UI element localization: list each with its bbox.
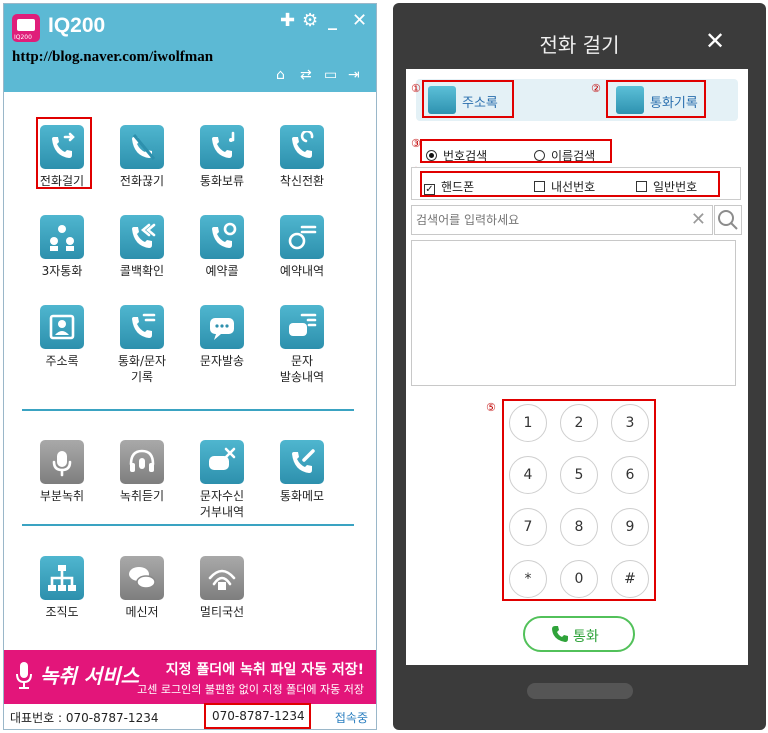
dialog-close-icon[interactable]: ✕	[705, 27, 725, 55]
highlight-search-mode	[420, 139, 612, 163]
logout-icon[interactable]: ⇥	[348, 68, 364, 82]
org-chart-icon[interactable]	[40, 556, 84, 600]
menu-label[interactable]: 부분녹취	[17, 488, 107, 504]
messenger-icon[interactable]	[120, 556, 164, 600]
sms-send-icon[interactable]	[200, 305, 244, 349]
logo-text: IQ200	[14, 34, 32, 41]
search-box: ✕	[411, 205, 713, 235]
call-log-icon[interactable]	[120, 305, 164, 349]
close-icon[interactable]: ✕	[352, 11, 367, 31]
settings-gear-icon[interactable]: ⚙	[302, 11, 318, 31]
highlight-keypad	[502, 399, 656, 601]
menu-label[interactable]: 통화/문자 기록	[97, 353, 187, 385]
callback-icon[interactable]	[120, 215, 164, 259]
menu-label[interactable]: 멀티국선	[177, 604, 267, 620]
recording-service-banner[interactable]: 녹취 서비스 지정 폴더에 녹취 파일 자동 저장! 고센 로그인의 불편함 없…	[4, 650, 376, 704]
banner-script-title: 녹취 서비스	[40, 664, 139, 688]
divider	[22, 409, 354, 411]
menu-label[interactable]: 문자수신 거부내역	[177, 488, 267, 520]
menu-label[interactable]: 3자통화	[17, 263, 107, 279]
search-icon	[718, 210, 738, 230]
sms-block-icon[interactable]	[200, 440, 244, 484]
menu-label[interactable]: 예약내역	[257, 263, 347, 279]
multi-line-icon[interactable]	[200, 556, 244, 600]
search-input[interactable]	[416, 210, 676, 230]
highlight-tab-call-history	[606, 80, 706, 118]
menu-label[interactable]: 메신저	[97, 604, 187, 620]
reserve-call-icon[interactable]	[200, 215, 244, 259]
highlight-phone-number	[204, 703, 311, 729]
transfer-icon[interactable]: ⇄	[300, 68, 316, 82]
menu-label[interactable]: 착신전환	[257, 173, 347, 189]
pin-icon[interactable]: ✚	[280, 11, 295, 31]
menu-label[interactable]: 문자 발송내역	[257, 353, 347, 385]
menu-label[interactable]: 주소록	[17, 353, 107, 369]
dialog-body: 주소록 통화기록 ① ② ③ 번호검색 이름검색 ④ ✓핸드폰 내선번호	[406, 69, 748, 665]
call-button-label: 통화	[573, 629, 599, 645]
blog-url-watermark: http://blog.naver.com/iwolfman	[12, 49, 214, 65]
title-bar: IQ200 IQ200 ✚ ⚙ _ ✕ http://blog.naver.co…	[4, 4, 376, 92]
menu-label[interactable]: 통화메모	[257, 488, 347, 504]
divider	[22, 524, 354, 526]
banner-headline: 지정 폴더에 녹취 파일 자동 저장!	[165, 662, 364, 678]
call-memo-icon[interactable]	[280, 440, 324, 484]
conference-icon[interactable]	[40, 215, 84, 259]
microphone-icon	[16, 662, 32, 689]
phone-icon	[552, 626, 568, 642]
call-button[interactable]: 통화	[523, 616, 635, 652]
highlight-call-button	[36, 117, 92, 189]
menu-label[interactable]: 예약콜	[177, 263, 267, 279]
record-listen-icon[interactable]	[120, 440, 164, 484]
representative-number: 대표번호 : 070-8787-1234	[10, 711, 159, 725]
status-footer: 대표번호 : 070-8787-1234 070-8787-1234 접속중	[4, 704, 376, 729]
highlight-tab-address-book	[422, 80, 514, 118]
menu-label[interactable]: 전화끊기	[97, 173, 187, 189]
marker-2: ②	[591, 82, 601, 95]
monitor-icon[interactable]: ▭	[324, 68, 340, 82]
app-title: IQ200	[48, 14, 106, 37]
sms-history-icon[interactable]	[280, 305, 324, 349]
menu-label[interactable]: 문자발송	[177, 353, 267, 369]
iq200-main-window: IQ200 IQ200 ✚ ⚙ _ ✕ http://blog.naver.co…	[3, 3, 377, 730]
home-icon[interactable]: ⌂	[276, 68, 292, 82]
call-hold-icon[interactable]	[200, 125, 244, 169]
clear-icon[interactable]: ✕	[691, 209, 706, 230]
search-results-list[interactable]	[411, 240, 736, 386]
menu-label[interactable]: 녹취듣기	[97, 488, 187, 504]
search-button[interactable]	[714, 205, 742, 235]
menu-label[interactable]: 콜백확인	[97, 263, 187, 279]
highlight-phone-types	[420, 171, 720, 197]
banner-subline: 고센 로그인의 불편함 없이 지정 폴더에 자동 저장	[137, 683, 364, 696]
dial-dialog: 전화 걸기 ✕ 주소록 통화기록 ① ② ③ 번호검색 이름검색 ④ ✓핸	[393, 3, 766, 730]
reserve-list-icon[interactable]	[280, 215, 324, 259]
call-forward-icon[interactable]	[280, 125, 324, 169]
connection-status: 접속중	[334, 711, 368, 725]
dialog-handle	[527, 683, 633, 699]
address-book-icon[interactable]	[40, 305, 84, 349]
minimize-icon[interactable]: _	[328, 11, 337, 31]
menu-label[interactable]: 통화보류	[177, 173, 267, 189]
hang-up-icon[interactable]	[120, 125, 164, 169]
marker-5: ⑤	[486, 401, 496, 414]
partial-record-icon[interactable]	[40, 440, 84, 484]
marker-1: ①	[411, 82, 421, 95]
app-logo-icon: IQ200	[12, 14, 40, 42]
menu-label[interactable]: 조직도	[17, 604, 107, 620]
